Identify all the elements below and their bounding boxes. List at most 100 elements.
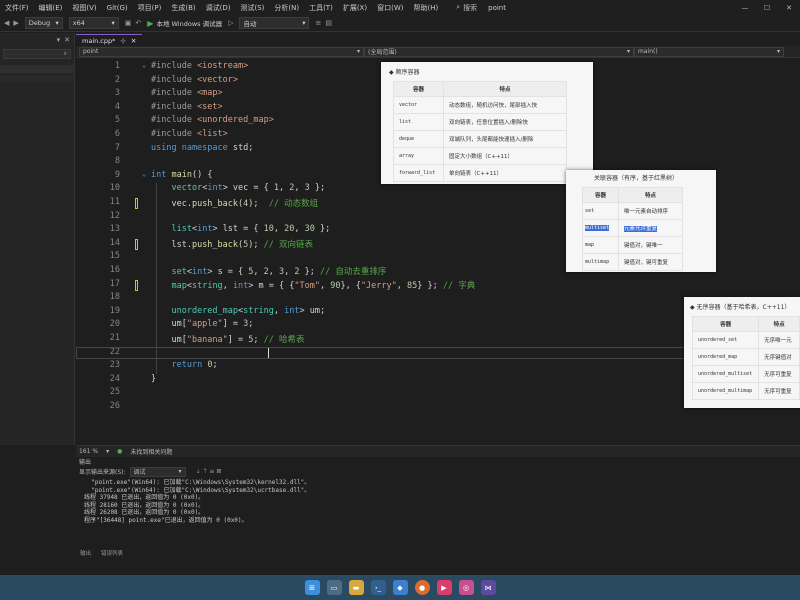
run-without-debug-icon[interactable]: ▷ (228, 19, 233, 27)
close-pane-icon[interactable]: ✕ (64, 36, 70, 44)
output-source-value: 调试 (133, 469, 146, 476)
chevron-down-icon[interactable]: ▾ (106, 448, 109, 455)
line-number: 17 (109, 278, 120, 289)
back-icon[interactable]: ◀ (4, 19, 9, 27)
media-app-icon[interactable]: ▶ (436, 580, 452, 595)
pane-header: ▾ ✕ (0, 33, 74, 47)
member-nav-dropdown[interactable]: main() ▾ (634, 46, 784, 57)
platform-dropdown[interactable]: x64 ▾ (68, 17, 119, 29)
table-cell: 双向链表，任意位置插入/删除快 (443, 113, 567, 131)
output-source-dropdown[interactable]: 调试 ▾ (129, 466, 186, 477)
table-header: 特点 (618, 187, 683, 203)
bottom-tabs: 输出 错误列表 (76, 549, 800, 559)
app-icon-pink[interactable]: ◎ (458, 580, 474, 595)
table-cell: 无序唯一元 (758, 331, 800, 349)
menu-project[interactable]: 项目(P) (133, 3, 167, 13)
windows-start-icon[interactable]: ⊞ (304, 580, 320, 595)
unordered-container-popup: ◆ 无序容器（基于哈希表，C++11） 容器 特点 unordered_set 无… (684, 297, 800, 408)
app-icon[interactable]: ◆ (392, 580, 408, 595)
code-text: } (151, 373, 157, 384)
output-line: 线程 26208 已退出，返回值为 0 (0x0)。 (84, 509, 205, 516)
fold-toggle-icon[interactable]: ⌄ (142, 61, 146, 69)
output-line: "point.exe"(Win64): 已加载"C:\Windows\Syste… (84, 486, 311, 494)
run-button[interactable]: ▶ 本地 Windows 调试器 (147, 18, 222, 29)
nav-member: main() (638, 48, 658, 55)
output-source-row: 显示输出来源(S): 调试 ▾ ⇣ ⇡ ≡ ⊠ (76, 466, 800, 477)
config-dropdown[interactable]: Debug ▾ (24, 17, 63, 29)
table-cell: 动态数组，随机访问快，尾部插入快 (443, 96, 567, 114)
pane-search-input[interactable]: ⌕ (3, 49, 71, 59)
issues-status[interactable]: 未找到相关问题 (130, 447, 172, 456)
output-text[interactable]: "point.exe"(Win64): 已加载"C:\Windows\Syste… (76, 477, 800, 524)
menu-file[interactable]: 文件(F) (0, 3, 34, 13)
pane-tree-row[interactable] (0, 65, 74, 73)
associative-container-popup: 关联容器（有序，基于红黑树） 容器 特点 set 唯一元素自动排序 multise… (566, 170, 716, 272)
table-cell: list (393, 113, 444, 131)
close-icon[interactable]: ✕ (778, 4, 800, 12)
tab-main-cpp[interactable]: main.cpp* ⊹ ✕ (76, 34, 143, 46)
pin-icon[interactable]: ⊹ (120, 37, 125, 45)
code-text: vec.push_back(4); // 动态数组 (151, 199, 319, 209)
target-dropdown[interactable]: 自动 ▾ (239, 17, 310, 29)
line-number: 26 (109, 401, 120, 411)
maximize-icon[interactable]: ☐ (756, 4, 778, 12)
menu-build[interactable]: 生成(B) (166, 3, 200, 13)
menu-debug[interactable]: 调试(D) (201, 3, 236, 13)
line-number: 12 (109, 210, 120, 221)
search-icon: ⌕ (63, 50, 67, 57)
menu-help[interactable]: 帮助(H) (408, 3, 443, 13)
chevron-down-icon: ▾ (776, 48, 780, 55)
tab-output[interactable]: 输出 (80, 549, 91, 559)
format-icon[interactable]: ≡ (315, 19, 321, 27)
line-number: 21 (109, 333, 120, 343)
menu-test[interactable]: 测试(S) (235, 3, 269, 13)
table-cell: multimap (582, 253, 619, 271)
project-nav-dropdown[interactable]: point ▾ (79, 46, 364, 57)
menu-view[interactable]: 视图(V) (67, 3, 101, 13)
line-number: 13 (109, 224, 120, 235)
zoom-level[interactable]: 161 % (79, 448, 98, 455)
code-text: #include <map> (151, 88, 223, 99)
pin-icon[interactable]: ▾ (57, 36, 61, 44)
menu-git[interactable]: Git(G) (102, 4, 133, 12)
popup-title: ◆ 顺序容器 (389, 69, 420, 76)
chevron-down-icon: ▾ (55, 19, 59, 27)
editor-tabbar: main.cpp* ⊹ ✕ (76, 33, 800, 46)
menu-window[interactable]: 窗口(W) (372, 3, 408, 13)
terminal-icon[interactable]: ›_ (370, 580, 386, 595)
popup-title-text: 顺序容器 (395, 69, 420, 76)
close-icon[interactable]: ✕ (131, 37, 136, 45)
file-explorer-icon[interactable]: ▬ (348, 580, 364, 595)
line-number: 6 (114, 129, 120, 139)
sequence-container-popup: ◆ 顺序容器 容器 特点 vector 动态数组，随机访问快，尾部插入快 list… (381, 62, 593, 184)
search-box[interactable]: ⌕ 搜索 (451, 3, 482, 13)
chevron-down-icon: ▾ (626, 48, 630, 55)
visual-studio-icon[interactable]: ⋈ (480, 580, 496, 595)
table-cell: 固定大小数组（C++11） (443, 147, 567, 165)
pane-tree-row[interactable] (0, 76, 74, 82)
scope-nav-dropdown[interactable]: (全局范围) ▾ (364, 46, 634, 57)
minimize-icon[interactable]: — (734, 4, 756, 12)
save-icon[interactable]: ▣ (125, 19, 132, 27)
toolbar-nav-icons: ◀ ▶ (4, 19, 19, 27)
tab-error-list[interactable]: 错误列表 (101, 549, 123, 559)
firefox-icon[interactable]: ● (414, 580, 430, 595)
code-line[interactable]: 17 map<string, int> m = { {"Tom", 90}, {… (76, 279, 800, 293)
undo-icon[interactable]: ↶ (135, 19, 141, 27)
menu-analyze[interactable]: 分析(N) (269, 3, 304, 13)
fold-toggle-icon[interactable]: ⌄ (142, 170, 146, 178)
indent-guide (156, 183, 157, 374)
line-number: 19 (109, 305, 120, 316)
menu-edit[interactable]: 编辑(E) (34, 3, 68, 13)
task-view-icon[interactable]: ▭ (326, 580, 342, 595)
forward-icon[interactable]: ▶ (13, 19, 18, 27)
table-cell: forward_list (393, 164, 444, 182)
menu-tools[interactable]: 工具(T) (304, 3, 338, 13)
table-cell-selected: multiset (585, 225, 610, 231)
toolbar: ◀ ▶ Debug ▾ x64 ▾ ▣ ↶ ▶ 本地 Windows 调试器 ▷ 自… (0, 15, 800, 32)
comment-icon[interactable]: ▤ (325, 19, 332, 27)
check-icon: ● (117, 448, 123, 455)
table-cell: 唯一元素自动排序 (618, 202, 683, 220)
table-cell: 键值对，键可重复 (618, 253, 683, 271)
menu-extensions[interactable]: 扩展(X) (338, 3, 372, 13)
